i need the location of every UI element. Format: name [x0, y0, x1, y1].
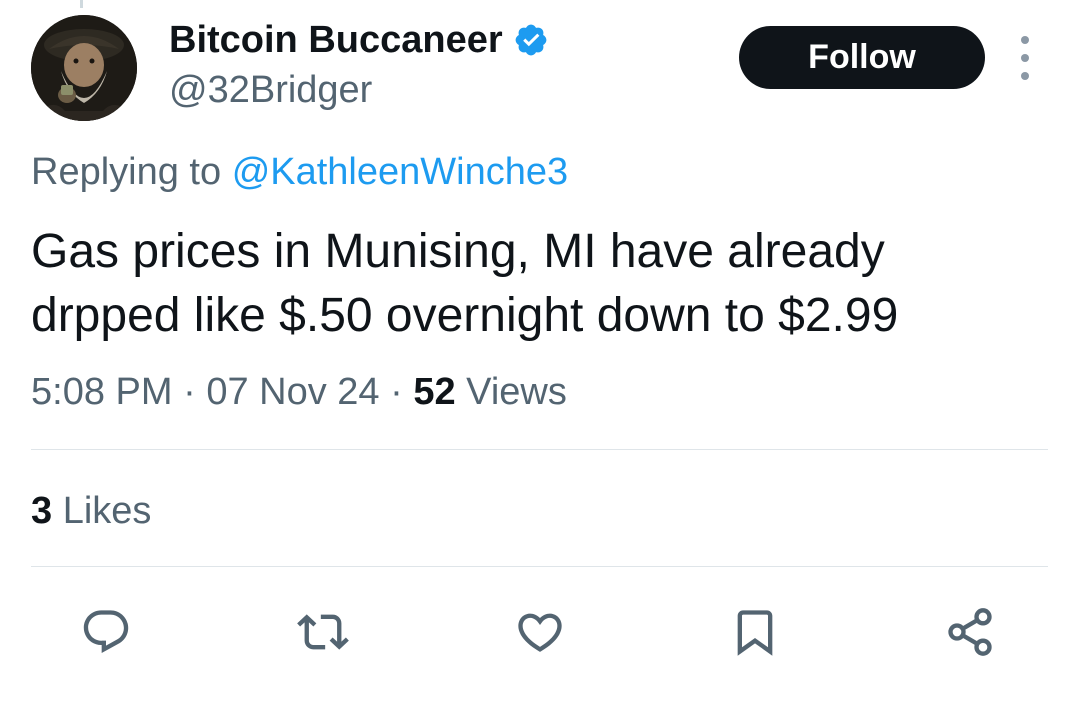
tweet-text-line: Gas prices in Munising, MI have already	[31, 225, 885, 278]
verified-badge-icon	[513, 22, 549, 58]
tweet-date[interactable]: 07 Nov 24	[206, 371, 379, 413]
more-dot	[1021, 36, 1029, 44]
bookmark-button[interactable]	[727, 604, 783, 660]
pirate-avatar-icon	[31, 15, 137, 121]
meta-separator: ·	[183, 371, 196, 413]
more-dot	[1021, 54, 1029, 62]
follow-button[interactable]: Follow	[739, 26, 985, 89]
likes-summary[interactable]: 3 Likes	[31, 487, 151, 535]
bookmark-icon	[737, 610, 773, 656]
retweet-button[interactable]	[295, 604, 351, 660]
views-count: 52	[413, 371, 456, 413]
tweet-time[interactable]: 5:08 PM	[31, 371, 173, 413]
retweet-icon	[297, 614, 349, 650]
reply-mention-link[interactable]: @KathleenWinche3	[232, 151, 568, 193]
share-button[interactable]	[942, 604, 998, 660]
more-dot	[1021, 72, 1029, 80]
views-label: Views	[466, 371, 567, 413]
avatar[interactable]	[31, 15, 137, 121]
author-handle[interactable]: @32Bridger	[169, 66, 372, 114]
reply-icon	[83, 610, 129, 654]
likes-count: 3	[31, 490, 53, 532]
replying-to-label: Replying to	[31, 151, 222, 193]
reply-context: Replying to @KathleenWinche3	[31, 148, 568, 196]
tweet-text-line: drpped like $.50 overnight down to $2.99	[31, 289, 899, 342]
more-options-icon[interactable]	[1010, 36, 1040, 80]
author-name-row: Bitcoin Buccaneer	[169, 16, 549, 64]
tweet-meta: 5:08 PM · 07 Nov 24 · 52 Views	[31, 368, 567, 416]
tweet-text: Gas prices in Munising, MI have already …	[31, 220, 1041, 348]
divider	[31, 566, 1048, 567]
like-button[interactable]	[512, 604, 568, 660]
meta-separator: ·	[390, 371, 403, 413]
share-icon	[948, 608, 992, 656]
thread-connector-line	[80, 0, 83, 8]
divider	[31, 449, 1048, 450]
like-icon	[518, 613, 562, 652]
author-display-name[interactable]: Bitcoin Buccaneer	[169, 16, 503, 64]
reply-button[interactable]	[78, 604, 134, 660]
likes-label: Likes	[62, 490, 152, 532]
